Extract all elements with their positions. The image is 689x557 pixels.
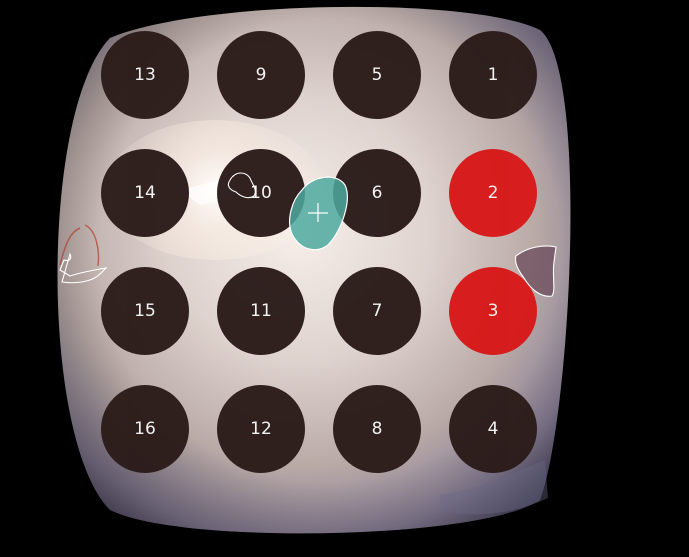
well-label: 8 [371, 419, 383, 439]
well-label: 12 [250, 419, 272, 439]
well-12[interactable]: 12 [217, 385, 305, 473]
well-label: 3 [487, 301, 499, 321]
well-5[interactable]: 5 [333, 31, 421, 119]
well-label: 2 [487, 183, 499, 203]
well-10[interactable]: 10 [217, 149, 305, 237]
well-label: 14 [134, 183, 156, 203]
well-label: 9 [255, 65, 267, 85]
well-7[interactable]: 7 [333, 267, 421, 355]
well-label: 15 [134, 301, 156, 321]
well-11[interactable]: 11 [217, 267, 305, 355]
well-label: 6 [371, 183, 383, 203]
well-14[interactable]: 14 [101, 149, 189, 237]
well-16[interactable]: 16 [101, 385, 189, 473]
well-label: 11 [250, 301, 272, 321]
well-2[interactable]: 2 [449, 149, 537, 237]
well-15[interactable]: 15 [101, 267, 189, 355]
well-6[interactable]: 6 [333, 149, 421, 237]
well-4[interactable]: 4 [449, 385, 537, 473]
well-1[interactable]: 1 [449, 31, 537, 119]
well-8[interactable]: 8 [333, 385, 421, 473]
well-3[interactable]: 3 [449, 267, 537, 355]
well-label: 7 [371, 301, 383, 321]
well-label: 4 [487, 419, 499, 439]
well-label: 5 [371, 65, 383, 85]
well-9[interactable]: 9 [217, 31, 305, 119]
well-label: 1 [487, 65, 499, 85]
well-13[interactable]: 13 [101, 31, 189, 119]
well-label: 16 [134, 419, 156, 439]
well-label: 13 [134, 65, 156, 85]
well-label: 10 [250, 183, 272, 203]
camera-view[interactable]: 13 9 5 1 14 10 6 2 15 11 7 3 16 12 8 4 [0, 0, 689, 557]
